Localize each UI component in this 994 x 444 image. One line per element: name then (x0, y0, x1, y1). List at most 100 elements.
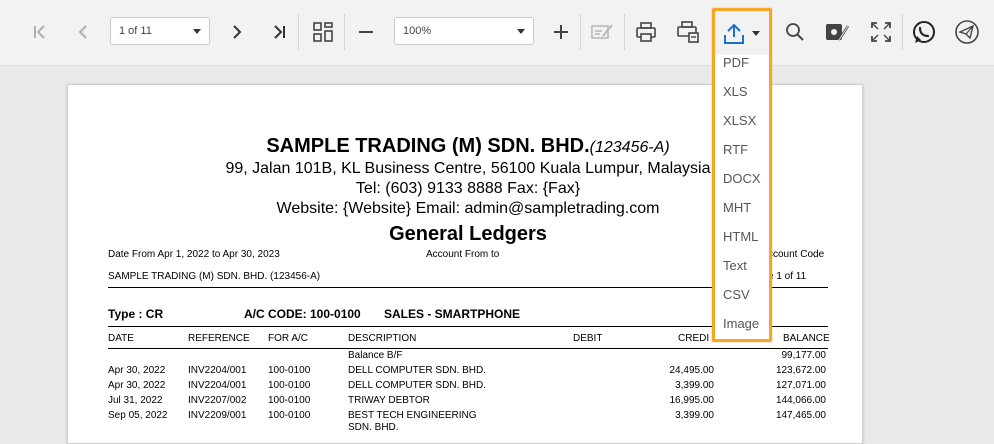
search-icon (786, 23, 804, 41)
chevron-down-icon (193, 29, 201, 34)
row-balance: 144,066.00 (775, 395, 826, 406)
row-balance: 127,071.00 (775, 380, 826, 391)
row-balance: 99,177.00 (781, 350, 827, 361)
chevron-left-icon (78, 25, 87, 39)
grid-icon (313, 22, 333, 42)
print-page-button[interactable] (673, 16, 703, 48)
page-number: e 1 of 11 (768, 271, 807, 282)
chevron-down-icon (517, 29, 525, 34)
row-description: BEST TECH ENGINEERING (348, 410, 477, 421)
toolbar-separator (580, 14, 581, 50)
toolbar-separator (298, 14, 299, 50)
minus-icon (359, 31, 373, 33)
chevron-right-icon (233, 25, 242, 39)
export-option-text[interactable]: Text (723, 258, 747, 273)
print-page-icon (677, 21, 699, 43)
company-line: SAMPLE TRADING (M) SDN. BHD. (123456-A) (108, 271, 321, 282)
last-page-icon (274, 25, 285, 39)
date-range: Date From Apr 1, 2022 to Apr 30, 2023 (108, 249, 280, 260)
export-option-xls[interactable]: XLS (723, 84, 748, 99)
toolbar-separator (902, 14, 903, 50)
send-icon (955, 20, 979, 44)
document-edit-icon (826, 24, 850, 41)
page-select[interactable]: 1 of 11 (110, 17, 210, 45)
export-option-image[interactable]: Image (723, 316, 759, 331)
row-credit: 3,399.00 (675, 410, 714, 421)
row-for-ac: 100-0100 (268, 365, 311, 376)
header-description: DESCRIPTION (348, 333, 417, 344)
toolbar-separator (344, 14, 345, 50)
row-description-continued: SDN. BHD. (348, 422, 399, 433)
export-option-rtf[interactable]: RTF (723, 142, 748, 157)
zoom-select[interactable]: 100% (394, 17, 534, 45)
row-for-ac: 100-0100 (268, 380, 311, 391)
row-credit: 16,995.00 (669, 395, 715, 406)
telegram-button[interactable] (952, 16, 982, 48)
export-option-csv[interactable]: CSV (723, 287, 750, 302)
zoom-out-button[interactable] (351, 16, 381, 48)
row-description: DELL COMPUTER SDN. BHD. (348, 380, 486, 391)
print-icon (636, 22, 656, 42)
last-page-button[interactable] (264, 16, 294, 48)
viewer-toolbar: 1 of 11 100% (0, 0, 994, 66)
row-date: Apr 30, 2022 (108, 365, 166, 376)
company-reg-no: (123456-A) (589, 139, 670, 156)
plus-icon (554, 25, 568, 39)
header-credit: CREDI (678, 333, 710, 344)
export-option-mht[interactable]: MHT (723, 200, 751, 215)
row-for-ac: 100-0100 (268, 395, 311, 406)
export-option-pdf[interactable]: PDF (723, 55, 749, 70)
row-credit: 24,495.00 (669, 365, 715, 376)
search-button[interactable] (780, 16, 810, 48)
row-description: DELL COMPUTER SDN. BHD. (348, 365, 486, 376)
row-description: TRIWAY DEBTOR (348, 395, 430, 406)
print-button[interactable] (631, 16, 661, 48)
parameters-button[interactable] (822, 16, 852, 48)
header-reference: REFERENCE (188, 333, 250, 344)
row-date: Sep 05, 2022 (108, 410, 168, 421)
header-debit: DEBIT (573, 333, 603, 344)
edit-fields-icon (591, 24, 613, 39)
divider (108, 348, 828, 349)
row-date: Apr 30, 2022 (108, 380, 166, 391)
row-reference: INV2209/001 (188, 410, 247, 421)
next-page-button[interactable] (222, 16, 252, 48)
export-button[interactable] (715, 11, 769, 55)
upload-icon (724, 23, 744, 44)
editing-fields-button[interactable] (587, 16, 617, 48)
header-for-ac: FOR A/C (268, 333, 309, 344)
account-code: A/C CODE: 100-0100 (244, 307, 361, 321)
row-reference: INV2207/002 (188, 395, 247, 406)
account-code-label: ccount Code (768, 249, 825, 260)
zoom-value: 100% (403, 25, 432, 37)
export-dropdown: PDF XLS XLSX RTF DOCX MHT HTML Text CSV … (712, 8, 772, 342)
toolbar-separator (624, 14, 625, 50)
row-balance: 147,465.00 (775, 410, 826, 421)
multipage-view-button[interactable] (308, 16, 338, 48)
first-page-button[interactable] (25, 16, 55, 48)
export-option-xlsx[interactable]: XLSX (723, 113, 756, 128)
account-name: SALES - SMARTPHONE (384, 307, 521, 321)
first-page-icon (34, 25, 45, 39)
export-option-html[interactable]: HTML (723, 229, 758, 244)
whatsapp-button[interactable] (909, 16, 939, 48)
whatsapp-icon (913, 21, 935, 43)
header-balance: BALANCE (783, 333, 830, 344)
row-date: Jul 31, 2022 (108, 395, 163, 406)
header-date: DATE (108, 333, 134, 344)
row-description: Balance B/F (348, 350, 403, 361)
account-range: Account From to (426, 249, 500, 260)
row-reference: INV2204/001 (188, 365, 247, 376)
type-label: Type : CR (108, 307, 164, 321)
export-option-docx[interactable]: DOCX (723, 171, 761, 186)
page-indicator: 1 of 11 (119, 25, 152, 37)
fullscreen-button[interactable] (866, 16, 896, 48)
previous-page-button[interactable] (68, 16, 98, 48)
chevron-down-icon (752, 31, 760, 36)
company-name: SAMPLE TRADING (M) SDN. BHD. (266, 135, 590, 157)
row-for-ac: 100-0100 (268, 410, 311, 421)
row-reference: INV2204/001 (188, 380, 247, 391)
row-balance: 123,672.00 (775, 365, 826, 376)
fullscreen-icon (871, 22, 891, 42)
zoom-in-button[interactable] (546, 16, 576, 48)
